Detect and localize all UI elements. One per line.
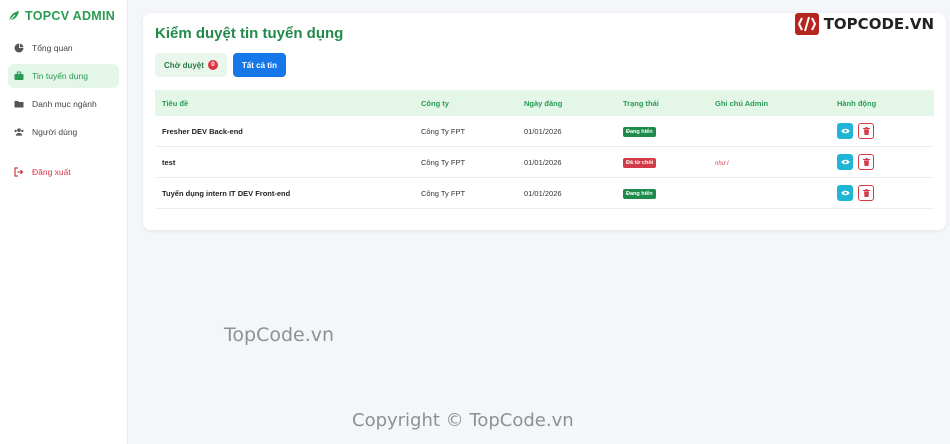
admin-note: như l xyxy=(715,160,729,167)
topcode-watermark: TOPCODE.VN xyxy=(794,12,934,36)
sidebar-item-label: Người dùng xyxy=(32,127,78,137)
tab-pending-label: Chờ duyệt xyxy=(164,60,204,70)
moderation-card: Kiểm duyệt tin tuyển dụng Chờ duyệt 0 Tấ… xyxy=(143,13,946,230)
job-title: Tuyển dụng intern IT DEV Front-end xyxy=(162,188,291,198)
eye-icon xyxy=(840,190,850,196)
tab-all-label: Tất cả tin xyxy=(241,60,278,70)
status-badge: Đang hiển xyxy=(623,126,656,137)
trash-icon xyxy=(862,158,870,166)
sidebar: TOPCV ADMIN Tổng quan Tin tuyển dụng Dan… xyxy=(0,0,128,444)
watermark-middle: TopCode.vn xyxy=(224,324,335,346)
column-header-status: Trạng thái xyxy=(623,98,659,108)
brand[interactable]: TOPCV ADMIN xyxy=(0,0,127,24)
watermark-copyright: Copyright © TopCode.vn xyxy=(352,410,574,431)
post-date: 01/01/2026 xyxy=(524,157,562,167)
sidebar-nav: Tổng quan Tin tuyển dụng Danh mục ngành … xyxy=(0,36,127,184)
view-button[interactable] xyxy=(837,185,853,201)
sidebar-item-label: Danh mục ngành xyxy=(32,99,97,109)
table-header: Tiêu đề Công ty Ngày đăng Trạng thái Ghi… xyxy=(155,90,934,116)
column-header-note: Ghi chú Admin xyxy=(715,98,769,108)
sidebar-item-label: Tin tuyển dụng xyxy=(32,71,88,81)
view-button[interactable] xyxy=(837,123,853,139)
sign-out-icon xyxy=(14,167,24,177)
filter-tabs: Chờ duyệt 0 Tất cả tin xyxy=(155,53,287,77)
company-name: Công Ty FPT xyxy=(421,126,466,136)
status-badge: Đã từ chối xyxy=(623,157,657,168)
briefcase-icon xyxy=(14,71,24,81)
view-button[interactable] xyxy=(837,154,853,170)
status-badge: Đang hiển xyxy=(623,188,656,199)
eye-icon xyxy=(840,159,850,165)
sidebar-item-label: Tổng quan xyxy=(32,43,73,53)
job-title: Fresher DEV Back-end xyxy=(162,126,243,136)
watermark-top-text: TOPCODE.VN xyxy=(823,15,934,33)
logout-label: Đăng xuất xyxy=(32,167,71,177)
company-name: Công Ty FPT xyxy=(421,188,466,198)
column-header-actions: Hành động xyxy=(837,98,877,108)
delete-button[interactable] xyxy=(858,123,874,139)
jobs-table: Tiêu đề Công ty Ngày đăng Trạng thái Ghi… xyxy=(155,90,934,209)
sidebar-item-users[interactable]: Người dùng xyxy=(8,120,119,144)
post-date: 01/01/2026 xyxy=(524,126,562,136)
tab-pending[interactable]: Chờ duyệt 0 xyxy=(155,53,227,77)
page-title: Kiểm duyệt tin tuyển dụng xyxy=(155,25,344,42)
eye-icon xyxy=(840,128,850,134)
table-row: Tuyển dụng intern IT DEV Front-end Công … xyxy=(155,178,934,209)
column-header-company: Công ty xyxy=(421,98,449,108)
job-title: test xyxy=(162,157,176,167)
logout-button[interactable]: Đăng xuất xyxy=(8,160,119,184)
delete-button[interactable] xyxy=(858,154,874,170)
leaf-icon xyxy=(8,11,19,22)
pie-chart-icon xyxy=(14,43,24,53)
sidebar-item-categories[interactable]: Danh mục ngành xyxy=(8,92,119,116)
sidebar-item-jobs[interactable]: Tin tuyển dụng xyxy=(8,64,119,88)
table-row: test Công Ty FPT 01/01/2026 Đã từ chối n… xyxy=(155,147,934,178)
sidebar-item-overview[interactable]: Tổng quan xyxy=(8,36,119,60)
trash-icon xyxy=(862,127,870,135)
delete-button[interactable] xyxy=(858,185,874,201)
pending-count-badge: 0 xyxy=(207,60,218,70)
trash-icon xyxy=(862,189,870,197)
users-icon xyxy=(14,127,24,137)
topcode-logo-icon xyxy=(794,13,819,35)
folder-icon xyxy=(14,99,24,109)
column-header-date: Ngày đăng xyxy=(524,98,563,108)
column-header-title: Tiêu đề xyxy=(162,98,189,108)
tab-all[interactable]: Tất cả tin xyxy=(232,53,287,77)
company-name: Công Ty FPT xyxy=(421,157,466,167)
post-date: 01/01/2026 xyxy=(524,188,562,198)
brand-name: TOPCV ADMIN xyxy=(25,9,116,23)
table-row: Fresher DEV Back-end Công Ty FPT 01/01/2… xyxy=(155,116,934,147)
